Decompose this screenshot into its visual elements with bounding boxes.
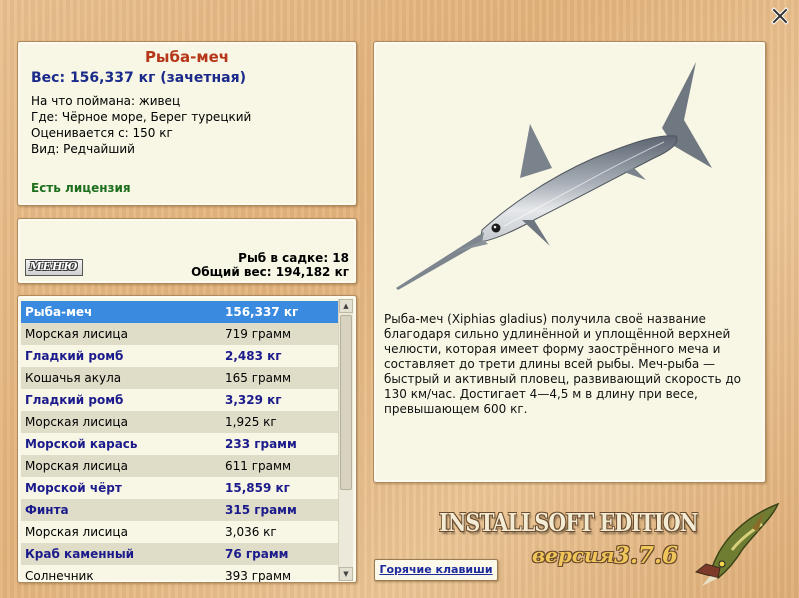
list-item-name: Морской чёрт (25, 481, 122, 495)
list-item-name: Морской карась (25, 437, 138, 451)
fish-info-panel: Рыба-меч Вес: 156,337 кг (зачетная) На ч… (17, 41, 357, 206)
catch-list: Рыба-меч 156,337 кг Морская лисица 719 грам… (17, 295, 357, 583)
menu-button[interactable]: МЕНЮ (25, 259, 83, 276)
list-item-weight: 3,329 кг (225, 393, 282, 407)
fish-description: Рыба-меч (Xiphias gladius) получила своё… (384, 312, 742, 416)
list-item-weight: 1,925 кг (225, 415, 277, 429)
scrollbar-thumb[interactable] (340, 315, 352, 490)
list-item[interactable]: Морская лисица 3,036 кг (21, 521, 338, 543)
close-icon[interactable] (770, 6, 790, 26)
list-item-name: Кошачья акула (25, 371, 122, 385)
list-item-name: Морская лисица (25, 525, 128, 539)
list-item-weight: 76 грамм (225, 547, 289, 561)
list-item-name: Рыба-меч (25, 305, 93, 319)
cage-panel: МЕНЮ Рыб в садке: 18 Общий вес: 194,182 … (17, 218, 357, 284)
list-item-weight: 393 грамм (225, 569, 292, 583)
pike-logo (694, 502, 780, 586)
list-item-name: Краб каменный (25, 547, 135, 561)
list-item[interactable]: Морская лисица 1,925 кг (21, 411, 338, 433)
list-item-name: Морская лисица (25, 415, 128, 429)
list-item[interactable]: Морской карась 233 грамм (21, 433, 338, 455)
scroll-up-icon[interactable]: ▲ (339, 299, 353, 313)
list-item-weight: 15,859 кг (225, 481, 290, 495)
list-item-name: Морская лисица (25, 327, 128, 341)
list-item-weight: 233 грамм (225, 437, 297, 451)
list-item-weight: 719 грамм (225, 327, 292, 341)
list-item[interactable]: Гладкий ромб 3,329 кг (21, 389, 338, 411)
list-item-weight: 3,036 кг (225, 525, 277, 539)
list-item-name: Солнечник (25, 569, 94, 583)
license-status: Есть лицензия (31, 181, 131, 195)
valuation-info: Оценивается с: 150 кг (31, 126, 173, 140)
bait-info: На что поймана: живец (31, 94, 181, 108)
fish-name: Рыба-меч (144, 48, 230, 66)
list-item[interactable]: Кошачья акула 165 грамм (21, 367, 338, 389)
list-item[interactable]: Морская лисица 611 грамм (21, 455, 338, 477)
list-item[interactable]: Финта 315 грамм (21, 499, 338, 521)
list-item[interactable]: Солнечник 393 грамм (21, 565, 338, 583)
fish-photo-panel: Рыба-меч (Xiphias gladius) получила своё… (373, 41, 766, 483)
cage-count: Рыб в садке: 18 (238, 251, 349, 265)
list-item[interactable]: Гладкий ромб 2,483 кг (21, 345, 338, 367)
list-item-name: Морская лисица (25, 459, 128, 473)
hotkeys-button[interactable]: Горячие клавиши (374, 559, 498, 581)
list-scrollbar[interactable]: ▲ ▼ (338, 299, 353, 581)
swordfish-image (396, 62, 712, 290)
scroll-down-icon[interactable]: ▼ (339, 567, 353, 581)
list-item-weight: 315 грамм (225, 503, 297, 517)
version-label: версия (532, 543, 615, 567)
list-item-weight: 611 грамм (225, 459, 292, 473)
list-item-weight: 2,483 кг (225, 349, 282, 363)
list-item-weight: 165 грамм (225, 371, 292, 385)
location-info: Где: Чёрное море, Берег турецкий (31, 110, 252, 124)
rarity-info: Вид: Редчайший (31, 142, 135, 156)
list-item[interactable]: Морская лисица 719 грамм (21, 323, 338, 345)
list-item[interactable]: Морской чёрт 15,859 кг (21, 477, 338, 499)
list-item-name: Гладкий ромб (25, 393, 124, 407)
edition-title: INSTALLSOFT EDITION (439, 508, 698, 537)
list-item-weight: 156,337 кг (225, 305, 299, 319)
list-item[interactable]: Краб каменный 76 грамм (21, 543, 338, 565)
version-number: 3.7.6 (614, 542, 679, 569)
list-item-name: Гладкий ромб (25, 349, 124, 363)
cage-total-weight: Общий вес: 194,182 кг (191, 265, 349, 279)
list-item-name: Финта (25, 503, 69, 517)
list-item[interactable]: Рыба-меч 156,337 кг (21, 301, 338, 323)
fish-weight: Вес: 156,337 кг (зачетная) (31, 70, 246, 86)
